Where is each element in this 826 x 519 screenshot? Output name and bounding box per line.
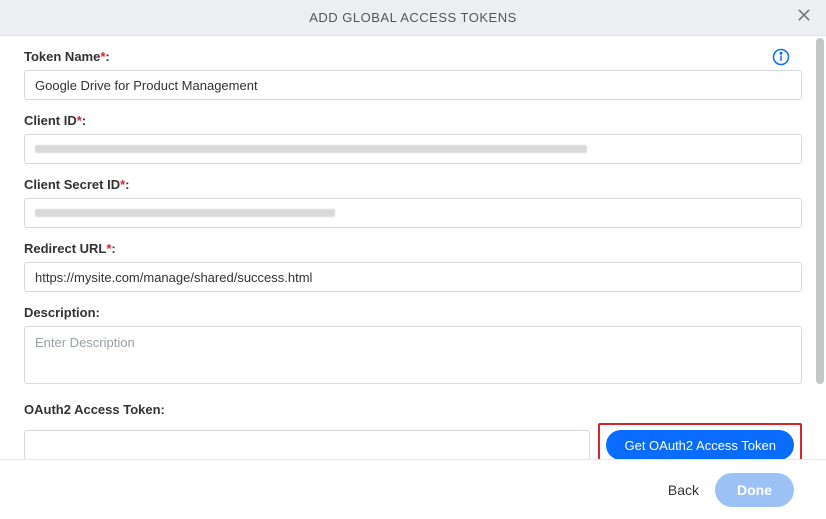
client-secret-label: Client Secret ID*: xyxy=(24,177,130,192)
oauth-token-group: OAuth2 Access Token: Get OAuth2 Access T… xyxy=(24,401,802,459)
close-icon xyxy=(796,7,812,28)
token-name-group: Token Name*: xyxy=(24,48,802,100)
description-label: Description: xyxy=(24,305,100,320)
close-button[interactable] xyxy=(792,6,816,30)
redirect-url-group: Redirect URL*: xyxy=(24,240,802,292)
token-name-input[interactable] xyxy=(24,70,802,100)
client-id-label: Client ID*: xyxy=(24,113,86,128)
modal-body: Token Name*: Client ID*: Client Secret I… xyxy=(0,36,826,459)
redirect-url-label: Redirect URL*: xyxy=(24,241,116,256)
scrollbar[interactable] xyxy=(816,38,824,384)
description-group: Description: xyxy=(24,304,802,389)
client-secret-group: Client Secret ID*: xyxy=(24,176,802,228)
oauth-token-input[interactable] xyxy=(24,430,590,459)
token-name-label: Token Name*: xyxy=(24,49,110,64)
client-id-input[interactable] xyxy=(24,134,802,164)
description-textarea[interactable] xyxy=(24,326,802,384)
done-button[interactable]: Done xyxy=(715,473,794,507)
client-id-group: Client ID*: xyxy=(24,112,802,164)
back-button[interactable]: Back xyxy=(668,482,699,498)
oauth-token-label: OAuth2 Access Token: xyxy=(24,402,165,417)
redacted-content xyxy=(35,145,587,153)
add-global-access-tokens-modal: ADD GLOBAL ACCESS TOKENS Token Name*: Cl… xyxy=(0,0,826,519)
get-oauth-token-button[interactable]: Get OAuth2 Access Token xyxy=(606,430,794,459)
redacted-content xyxy=(35,209,335,217)
oauth-button-highlight: Get OAuth2 Access Token xyxy=(598,423,802,459)
info-icon-wrap[interactable] xyxy=(772,48,790,71)
modal-footer: Back Done xyxy=(0,459,826,519)
modal-header: ADD GLOBAL ACCESS TOKENS xyxy=(0,0,826,36)
oauth-row: Get OAuth2 Access Token xyxy=(24,423,802,459)
scrollbar-thumb[interactable] xyxy=(816,38,824,384)
redirect-url-input[interactable] xyxy=(24,262,802,292)
info-icon xyxy=(772,48,790,66)
modal-title: ADD GLOBAL ACCESS TOKENS xyxy=(309,10,517,25)
client-secret-input[interactable] xyxy=(24,198,802,228)
